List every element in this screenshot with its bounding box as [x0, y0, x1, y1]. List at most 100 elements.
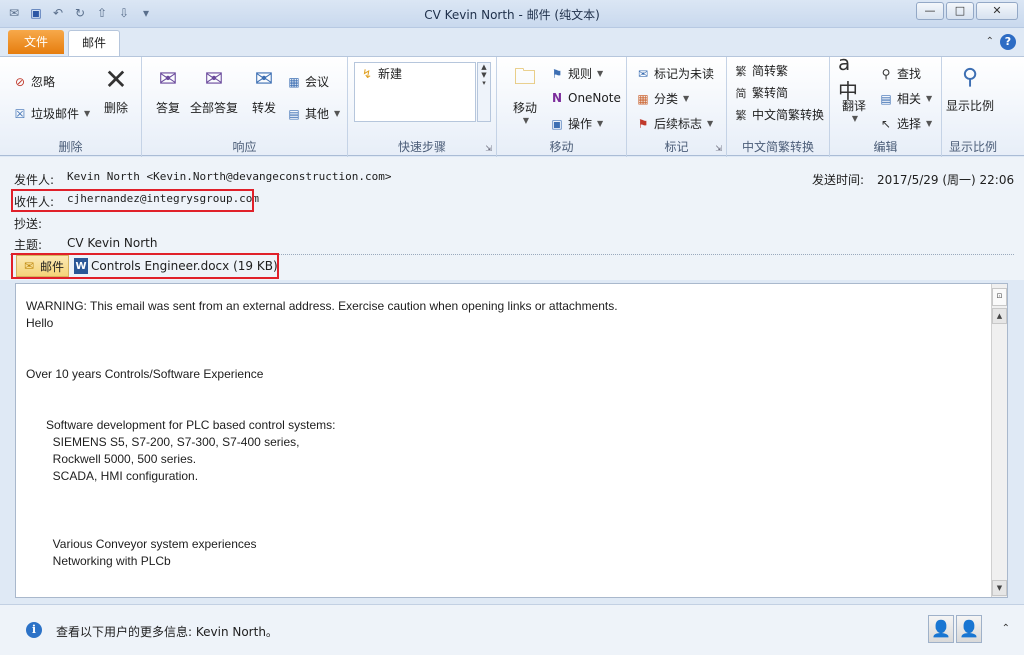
- minimize-button[interactable]: —: [916, 2, 944, 20]
- group-quicksteps: ↯ 新建 ▲ ▼ ▾ 快速步骤 ⇲: [348, 57, 497, 157]
- body-line: [26, 519, 618, 536]
- binoculars-icon: ⚲: [881, 66, 891, 81]
- body-line: Networking with PLCb: [26, 554, 171, 568]
- quickstep-new[interactable]: ↯ 新建: [359, 65, 402, 82]
- to-simplified-button[interactable]: 简 繁转简: [733, 84, 789, 101]
- move-button[interactable]: 🗀 移动 ▼: [509, 63, 541, 125]
- mark-unread-button[interactable]: ✉ 标记为未读: [635, 65, 714, 82]
- cc-label: 抄送:: [14, 217, 43, 231]
- people-pane-toggle-icon[interactable]: ⊡: [992, 288, 1007, 306]
- group-label-quicksteps: 快速步骤: [397, 140, 446, 154]
- delete-x-icon: ✕: [104, 62, 128, 96]
- scroll-down-button[interactable]: ▼: [992, 580, 1007, 596]
- people-info-text[interactable]: 查看以下用户的更多信息: Kevin North。: [56, 623, 278, 640]
- sent-label: 发送时间:: [812, 173, 865, 187]
- reply-icon: ✉: [158, 66, 178, 92]
- folder-move-icon: 🗀: [513, 65, 536, 90]
- body-line: [26, 383, 618, 400]
- scroll-up-button[interactable]: ▲: [992, 308, 1007, 324]
- actions-button[interactable]: ▣ 操作 ▼: [549, 115, 603, 132]
- window-title: CV Kevin North - 邮件 (纯文本): [424, 8, 600, 22]
- highlight-box-attachments: [11, 253, 279, 279]
- body-line: [26, 502, 618, 519]
- tab-mail[interactable]: 邮件: [68, 30, 120, 57]
- body-line: Over 10 years Controls/Software Experien…: [26, 367, 264, 381]
- translate-button[interactable]: a中 翻译 ▼: [838, 50, 870, 124]
- avatar[interactable]: 👤: [928, 615, 954, 643]
- close-button[interactable]: ✕: [976, 2, 1018, 20]
- ignore-button[interactable]: ⊘ 忽略: [12, 73, 55, 90]
- sent-value: 2017/5/29 (周一) 22:06: [877, 173, 1015, 187]
- find-button[interactable]: ⚲ 查找: [878, 65, 921, 82]
- info-icon: i: [26, 622, 42, 638]
- quicksteps-gallery[interactable]: ↯ 新建: [354, 62, 476, 122]
- meeting-button[interactable]: ▦ 会议: [286, 73, 329, 90]
- actions-icon: ▣: [551, 116, 563, 131]
- zoom-button[interactable]: ⚲ 显示比例: [946, 61, 994, 114]
- mark-unread-icon: ✉: [637, 66, 649, 81]
- help-icon[interactable]: ?: [1000, 34, 1016, 50]
- expand-pane-icon[interactable]: ⌃: [1002, 623, 1010, 634]
- from-value[interactable]: Kevin North <Kevin.North@devangeconstruc…: [67, 170, 392, 183]
- ribbon-tabs: 文件 邮件 ⌃ ?: [0, 28, 1024, 57]
- avatar[interactable]: 👤: [956, 615, 982, 643]
- forward-icon: ✉: [254, 66, 274, 92]
- message-body[interactable]: WARNING: This email was sent from an ext…: [15, 283, 1008, 598]
- body-text: WARNING: This email was sent from an ext…: [26, 298, 618, 570]
- flag-icon: ⚑: [637, 116, 649, 131]
- select-button[interactable]: ↖ 选择 ▼: [878, 115, 932, 132]
- calendar-icon: ▦: [288, 74, 300, 89]
- chinese-convert-button[interactable]: 繁 中文简繁转换: [733, 106, 825, 123]
- group-move: 🗀 移动 ▼ ⚑ 规则 ▼ N OneNote ▣ 操作 ▼ 移动: [497, 57, 627, 157]
- translate-icon: a中: [838, 50, 858, 103]
- body-line: [26, 485, 618, 502]
- followup-button[interactable]: ⚑ 后续标志 ▼: [635, 115, 714, 132]
- related-button[interactable]: ▤ 相关 ▼: [878, 90, 932, 107]
- cursor-icon: ↖: [880, 116, 892, 131]
- subject-label: 主题:: [14, 238, 43, 252]
- forward-button[interactable]: ✉ 转发: [248, 63, 280, 116]
- body-line: SIEMENS S5, S7-200, S7-300, S7-400 serie…: [26, 435, 300, 449]
- magnifier-icon: ⚲: [961, 64, 979, 90]
- group-label-tags: 标记: [664, 140, 689, 154]
- collapse-ribbon-icon[interactable]: ⌃: [986, 34, 994, 50]
- rules-button[interactable]: ⚑ 规则 ▼: [549, 65, 604, 82]
- onenote-button[interactable]: N OneNote: [549, 90, 621, 106]
- group-label-zoom: 显示比例: [948, 140, 997, 154]
- reply-all-button[interactable]: ✉ 全部答复: [190, 63, 238, 116]
- body-line: Hello: [26, 316, 54, 330]
- onenote-icon: N: [551, 91, 563, 105]
- lightning-icon: ↯: [361, 66, 373, 81]
- group-delete: ⊘ 忽略 ☒ 垃圾邮件 ▼ ✕ 删除 删除: [0, 57, 142, 157]
- maximize-button[interactable]: □: [946, 2, 974, 20]
- dialog-launcher-icon[interactable]: ⇲: [715, 144, 722, 153]
- categorize-button[interactable]: ▦ 分类 ▼: [635, 90, 689, 107]
- group-label-delete: 删除: [58, 140, 83, 154]
- vertical-scrollbar[interactable]: ⊡ ▲ ▼: [991, 284, 1007, 597]
- junk-icon: ☒: [14, 106, 26, 121]
- group-edit: a中 翻译 ▼ ⚲ 查找 ▤ 相关 ▼ ↖ 选择 ▼ 编辑: [830, 50, 942, 157]
- junk-button[interactable]: ☒ 垃圾邮件 ▼: [12, 105, 91, 122]
- delete-button[interactable]: ✕ 删除: [100, 63, 132, 116]
- simplified-icon: 简: [735, 86, 747, 100]
- tab-file[interactable]: 文件: [8, 30, 64, 54]
- body-line: Software development for PLC based contr…: [26, 418, 336, 432]
- ignore-icon: ⊘: [14, 74, 26, 89]
- subject-value: CV Kevin North: [67, 236, 158, 250]
- body-line: [26, 349, 618, 366]
- traditional-icon: 繁: [735, 64, 747, 78]
- people-pane-bar: i 查看以下用户的更多信息: Kevin North。 👤 👤 ⌃: [0, 604, 1024, 655]
- title-bar: ✉ ▣ ↶ ↻ ⇧ ⇩ ▾ CV Kevin North - 邮件 (纯文本) …: [0, 0, 1024, 28]
- group-label-move: 移动: [549, 140, 574, 154]
- group-respond: ✉ 答复 ✉ 全部答复 ✉ 转发 ▦ 会议 ▤ 其他 ▼ 响应: [142, 57, 348, 157]
- group-label-respond: 响应: [232, 140, 257, 154]
- group-label-edit: 编辑: [873, 140, 898, 154]
- ribbon: ⊘ 忽略 ☒ 垃圾邮件 ▼ ✕ 删除 删除 ✉ 答复 ✉ 全部答复 ✉ 转发 ▦ …: [0, 50, 1024, 157]
- reply-button[interactable]: ✉ 答复: [152, 63, 184, 116]
- dialog-launcher-icon[interactable]: ⇲: [485, 144, 492, 153]
- convert-icon: 繁: [735, 108, 747, 122]
- more-respond-button[interactable]: ▤ 其他 ▼: [286, 105, 340, 122]
- quicksteps-scroll[interactable]: ▲ ▼ ▾: [477, 62, 491, 122]
- body-line: Rockwell 5000, 500 series.: [26, 452, 197, 466]
- to-traditional-button[interactable]: 繁 简转繁: [733, 62, 789, 79]
